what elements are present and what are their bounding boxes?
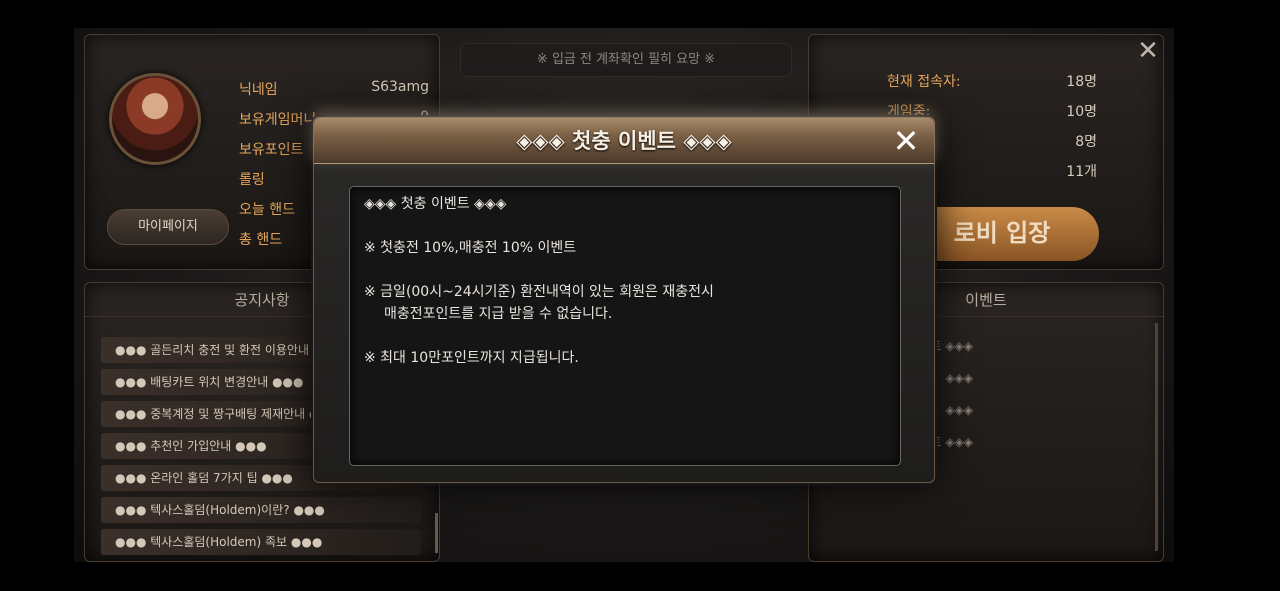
avatar [109,73,201,165]
deposit-notice-banner: ※ 입금 전 계좌확인 필히 요망 ※ [460,43,792,77]
points-label: 보유포인트 [239,142,304,158]
online-users-row: 현재 접속자: 18명 [887,71,1097,93]
table-count-value: 11개 [1066,164,1097,180]
notice-scrollbar[interactable] [435,513,438,553]
modal-body: ◈◈◈ 첫충 이벤트 ◈◈◈ ※ 첫충전 10%,매충전 10% 이벤트 ※ 금… [349,186,901,466]
list-item[interactable]: ●●● 텍사스홀덤(Holdem) 족보 ●●● [101,529,421,555]
list-item[interactable]: ●●● 텍사스홀덤(Holdem)이란? ●●● [101,497,421,523]
online-users-label: 현재 접속자: [887,74,961,90]
modal-line: 매충전포인트를 지급 받을 수 없습니다. [384,306,613,322]
rolling-label: 롤링 [239,172,265,188]
nickname-value: S63amg [371,79,429,95]
waiting-value: 8명 [1075,134,1097,150]
total-hands-label: 총 핸드 [239,232,283,248]
event-scrollbar[interactable] [1155,323,1158,551]
modal-line: ※ 첫충전 10%,매충전 10% 이벤트 [364,240,577,256]
mypage-button[interactable]: 마이페이지 [107,209,229,245]
modal-line: ※ 금일(00시~24시기준) 환전내역이 있는 회원은 재충전시 [364,284,714,300]
close-icon[interactable]: ✕ [1135,38,1161,64]
game-money-label: 보유게임머니 [239,112,317,128]
modal-title: ◈◈◈ 첫충 이벤트 ◈◈◈ [516,129,732,153]
first-charge-event-modal: ◈◈◈ 첫충 이벤트 ◈◈◈ ✕ ◈◈◈ 첫충 이벤트 ◈◈◈ ※ 첫충전 10… [313,117,935,483]
modal-line: ※ 최대 10만포인트까지 지급됩니다. [364,350,579,366]
nickname-label: 닉네임 [239,82,278,98]
today-hands-label: 오늘 핸드 [239,202,295,218]
close-icon[interactable]: ✕ [890,125,922,158]
nickname-row: 닉네임 S63amg [239,79,429,103]
online-users-value: 18명 [1066,74,1097,90]
modal-line: ◈◈◈ 첫충 이벤트 ◈◈◈ [364,196,507,212]
in-game-value: 10명 [1066,104,1097,120]
